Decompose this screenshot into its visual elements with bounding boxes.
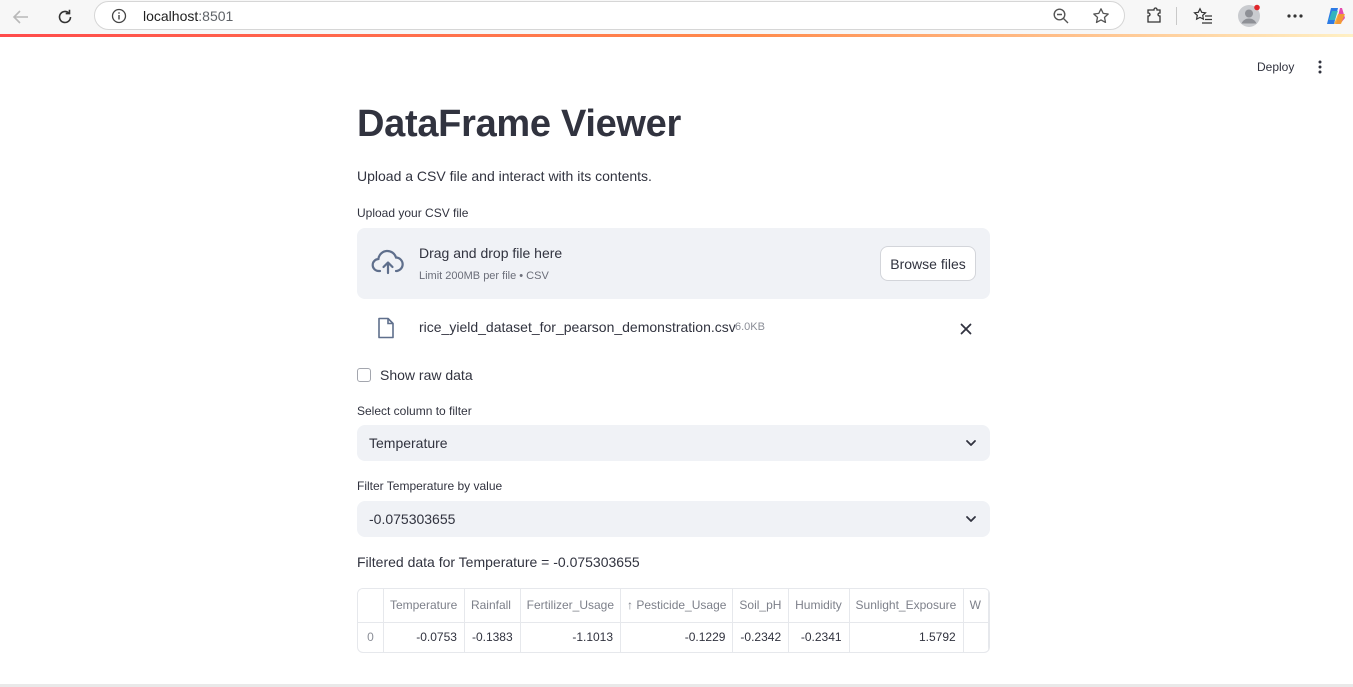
browse-files-button[interactable]: Browse files <box>880 246 976 281</box>
page-subtitle: Upload a CSV file and interact with its … <box>357 168 652 184</box>
more-options-icon[interactable] <box>1282 3 1308 29</box>
value-select-label: Filter Temperature by value <box>357 479 503 493</box>
table-cell[interactable]: -0.1383 <box>464 622 521 652</box>
deploy-button[interactable]: Deploy <box>1249 56 1302 78</box>
zoom-out-icon[interactable] <box>1052 7 1070 25</box>
chevron-down-icon <box>964 436 978 450</box>
show-raw-data-label: Show raw data <box>380 367 473 383</box>
uploaded-file-row: rice_yield_dataset_for_pearson_demonstra… <box>357 312 990 344</box>
value-select[interactable]: -0.075303655 <box>357 501 990 537</box>
table-cell[interactable]: -0.1229 <box>620 622 734 652</box>
page-title: DataFrame Viewer <box>357 103 682 145</box>
favorites-list-icon[interactable] <box>1190 3 1216 29</box>
main-menu-icon[interactable] <box>1310 57 1330 77</box>
show-raw-data-checkbox-row[interactable]: Show raw data <box>357 366 473 384</box>
site-info-icon[interactable] <box>111 8 127 24</box>
favorite-star-icon[interactable] <box>1092 7 1110 25</box>
remove-file-close-icon[interactable] <box>957 320 975 338</box>
column-select[interactable]: Temperature <box>357 425 990 461</box>
column-header[interactable]: Fertilizer_Usage <box>520 589 622 623</box>
dataframe-table[interactable]: Temperature Rainfall Fertilizer_Usage ↑ … <box>357 588 990 653</box>
column-select-value: Temperature <box>369 435 448 451</box>
copilot-icon[interactable] <box>1323 3 1349 29</box>
back-arrow-icon[interactable] <box>8 5 34 29</box>
table-cell[interactable] <box>963 622 989 652</box>
file-dropzone[interactable]: Drag and drop file here Limit 200MB per … <box>357 228 990 299</box>
filtered-data-caption: Filtered data for Temperature = -0.07530… <box>357 554 640 570</box>
table-cell[interactable]: -0.2342 <box>732 622 790 652</box>
reload-icon[interactable] <box>52 5 78 29</box>
table-cell[interactable]: -0.0753 <box>383 622 465 652</box>
table-cell[interactable]: -1.1013 <box>520 622 622 652</box>
toolbar-divider <box>1176 7 1177 25</box>
column-header[interactable]: W <box>963 589 989 623</box>
column-header[interactable]: Sunlight_Exposure <box>849 589 964 623</box>
extensions-icon[interactable] <box>1141 3 1167 29</box>
row-index[interactable]: 0 <box>358 622 384 652</box>
column-header[interactable]: Humidity <box>788 589 850 623</box>
file-icon <box>377 317 395 339</box>
cloud-upload-icon <box>371 248 405 278</box>
column-header[interactable]: Temperature <box>383 589 465 623</box>
dropzone-title: Drag and drop file here <box>419 245 563 261</box>
chevron-down-icon <box>964 512 978 526</box>
column-header-sorted[interactable]: ↑ Pesticide_Usage <box>620 589 734 623</box>
address-bar[interactable]: localhost:8501 <box>94 1 1125 30</box>
uploaded-file-size: 6.0KB <box>735 321 765 333</box>
uploader-label: Upload your CSV file <box>357 206 469 220</box>
uploaded-file-name: rice_yield_dataset_for_pearson_demonstra… <box>419 319 736 335</box>
browser-toolbar: localhost:8501 <box>0 0 1353 34</box>
table-header-row: Temperature Rainfall Fertilizer_Usage ↑ … <box>358 589 989 623</box>
column-header[interactable]: Soil_pH <box>732 589 790 623</box>
app-loading-decoration <box>0 34 1353 37</box>
table-cell[interactable]: 1.5792 <box>849 622 964 652</box>
column-header[interactable]: Rainfall <box>464 589 521 623</box>
url-text: localhost:8501 <box>143 8 234 24</box>
column-header-index[interactable] <box>358 589 384 623</box>
value-select-value: -0.075303655 <box>369 511 456 527</box>
table-cell[interactable]: -0.2341 <box>788 622 850 652</box>
show-raw-data-checkbox[interactable] <box>357 368 371 382</box>
column-select-label: Select column to filter <box>357 404 472 418</box>
profile-avatar[interactable] <box>1236 3 1262 29</box>
dropzone-limit: Limit 200MB per file • CSV <box>419 270 549 282</box>
table-row: 0 -0.0753 -0.1383 -1.1013 -0.1229 -0.234… <box>358 622 989 652</box>
